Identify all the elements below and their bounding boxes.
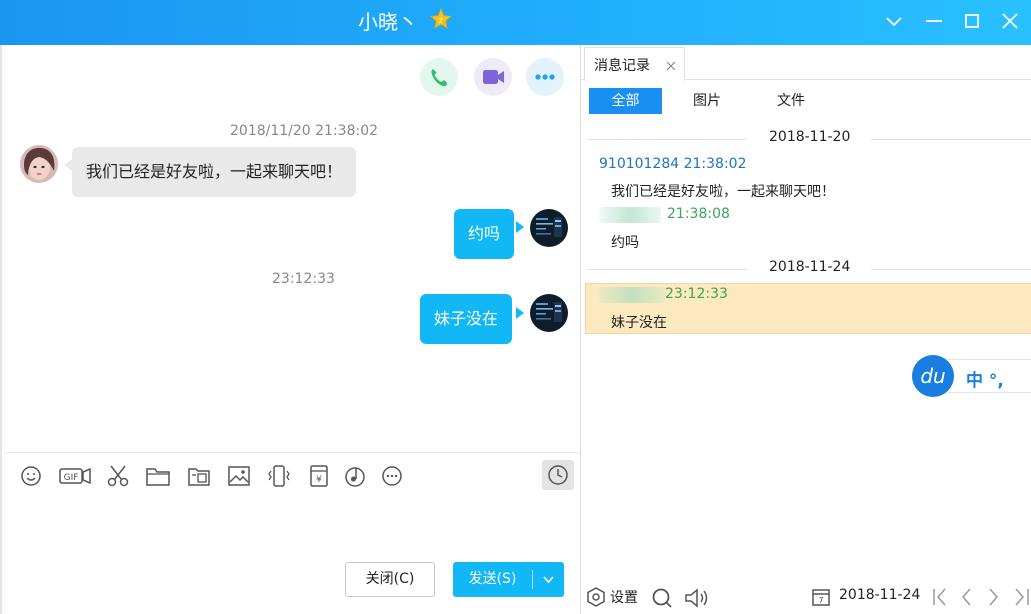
history-message[interactable]: 妹子没在 [611,312,667,332]
more-icon [535,74,555,80]
ime-status: 中 °, [966,371,1004,391]
redacted-sender [599,287,665,303]
tab-label: 消息记录 [594,58,650,74]
history-sender: 21:38:08 [667,206,730,222]
bubble-tail [516,221,524,233]
baidu-ime-logo-icon[interactable]: du [911,354,955,398]
peer-avatar-image [20,145,58,183]
history-tab-bar: 消息记录 [581,45,1031,81]
last-page-icon[interactable] [1015,588,1029,606]
music-icon[interactable] [342,463,368,489]
filter-images[interactable]: 图片 [677,88,737,114]
bubble-tail [64,159,72,171]
filter-all[interactable]: 全部 [589,88,662,114]
speaker-icon[interactable] [684,587,712,609]
date-separator: 2018-11-20 [581,129,1031,149]
folder-icon[interactable] [145,463,171,489]
self-avatar[interactable] [530,209,568,247]
first-page-icon[interactable] [933,588,946,606]
prev-page-icon[interactable] [962,588,971,606]
date-separator: 2018-11-24 [581,259,1031,279]
red-packet-icon[interactable]: ¥ [306,463,332,489]
self-avatar-image [530,294,568,332]
history-footer: 设置 7 2018-11-24 [581,580,1031,614]
history-pane: 消息记录 全部 图片 文件 2018-11-20 910101284 21:38… [580,45,1031,614]
svg-text:GIF: GIF [64,473,79,483]
close-icon[interactable] [665,60,677,72]
video-call-button[interactable] [474,58,512,96]
maximize-icon[interactable] [960,9,984,33]
message-history-button[interactable] [542,460,574,490]
calendar-icon[interactable]: 7 [811,587,831,607]
self-avatar-image [530,209,568,247]
filter-files[interactable]: 文件 [761,88,821,114]
redacted-sender [599,207,661,223]
history-message[interactable]: 我们已经是好友啦，一起来聊天吧！ [611,181,835,201]
incoming-message-bubble[interactable]: 我们已经是好友啦，一起来聊天吧！ [72,147,357,197]
svg-text:du: du [920,364,945,388]
minimize-icon[interactable] [922,9,946,33]
message-timestamp: 2018/11/20 21:38:02 [230,123,379,139]
settings-icon[interactable] [586,587,606,607]
chat-window: 小晓丶 z 2018/11/20 21:38:02 我们已经是好友啦，一起来聊天… [0,0,1031,614]
more-circle-icon[interactable] [379,463,405,489]
date-label: 2018-11-20 [769,129,851,145]
gif-icon[interactable]: GIF [58,463,92,489]
emoji-icon[interactable] [18,463,44,489]
image-icon[interactable] [226,463,252,489]
image-folder-icon[interactable] [186,463,212,489]
peer-avatar[interactable] [20,145,58,183]
svg-text:z: z [439,17,443,25]
send-button-group: 发送(S) [453,562,564,597]
phone-icon [431,69,447,87]
history-sender: 910101284 21:38:02 [599,156,747,172]
date-label: 2018-11-24 [769,259,851,275]
pager [933,588,1029,606]
more-actions-button[interactable] [526,58,564,96]
bubble-tail [516,307,524,319]
history-message[interactable]: 约吗 [611,232,639,252]
close-icon[interactable] [998,9,1022,33]
tab-message-history[interactable]: 消息记录 [584,47,685,81]
send-options-dropdown[interactable] [533,562,564,597]
svg-text:¥: ¥ [316,475,322,485]
voice-call-button[interactable] [420,58,458,96]
chevron-down-icon [543,576,554,584]
star-badge-icon: z [430,8,452,29]
settings-label[interactable]: 设置 [610,587,638,607]
outgoing-message-bubble[interactable]: 约吗 [454,209,515,259]
chat-pane: 2018/11/20 21:38:02 我们已经是好友啦，一起来聊天吧！ 约吗 [0,45,582,614]
outgoing-message-bubble[interactable]: 妹子没在 [420,294,513,344]
history-clock-icon [548,465,568,485]
input-toolbar: GIF ¥ [4,452,582,497]
send-button[interactable]: 发送(S) [453,562,532,597]
message-timestamp: 23:12:33 [272,271,335,287]
ime-toolbar[interactable]: 中 °, du [911,353,1031,399]
self-avatar[interactable] [530,294,568,332]
history-sender: 23:12:33 [665,286,728,302]
search-icon[interactable] [651,587,673,609]
window-title: 小晓丶 [358,10,418,34]
chevron-down-icon[interactable] [882,9,906,33]
video-icon [483,70,504,84]
svg-text:7: 7 [818,596,823,605]
next-page-icon[interactable] [989,588,998,606]
current-date: 2018-11-24 [839,587,921,603]
scissors-icon[interactable] [105,463,131,489]
shake-icon[interactable] [266,463,292,489]
title-bar[interactable]: 小晓丶 z [0,0,1031,45]
close-button[interactable]: 关闭(C) [345,562,435,597]
